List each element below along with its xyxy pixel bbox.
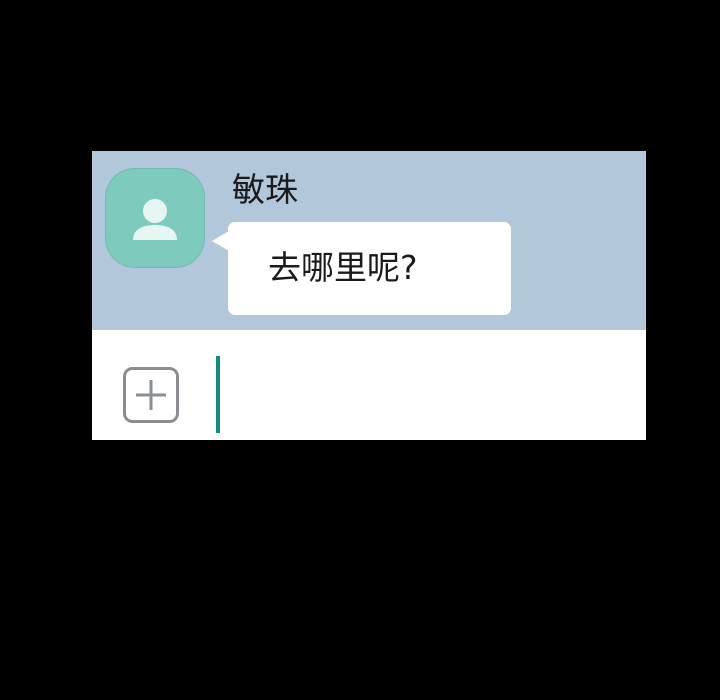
plus-square-icon	[123, 367, 179, 423]
sender-name: 敏珠	[232, 170, 298, 209]
sender-avatar[interactable]	[105, 168, 205, 268]
message-input[interactable]	[216, 355, 634, 435]
message-area: 敏珠 去哪里呢?	[92, 151, 646, 330]
person-icon	[133, 199, 177, 240]
composer-bar	[92, 330, 646, 440]
text-caret	[216, 356, 220, 433]
bubble-tail	[212, 231, 229, 251]
add-attachment-button[interactable]	[123, 367, 179, 423]
chat-window: 敏珠 去哪里呢?	[92, 151, 646, 440]
message-bubble[interactable]: 去哪里呢?	[228, 222, 511, 315]
message-text: 去哪里呢?	[268, 248, 418, 287]
